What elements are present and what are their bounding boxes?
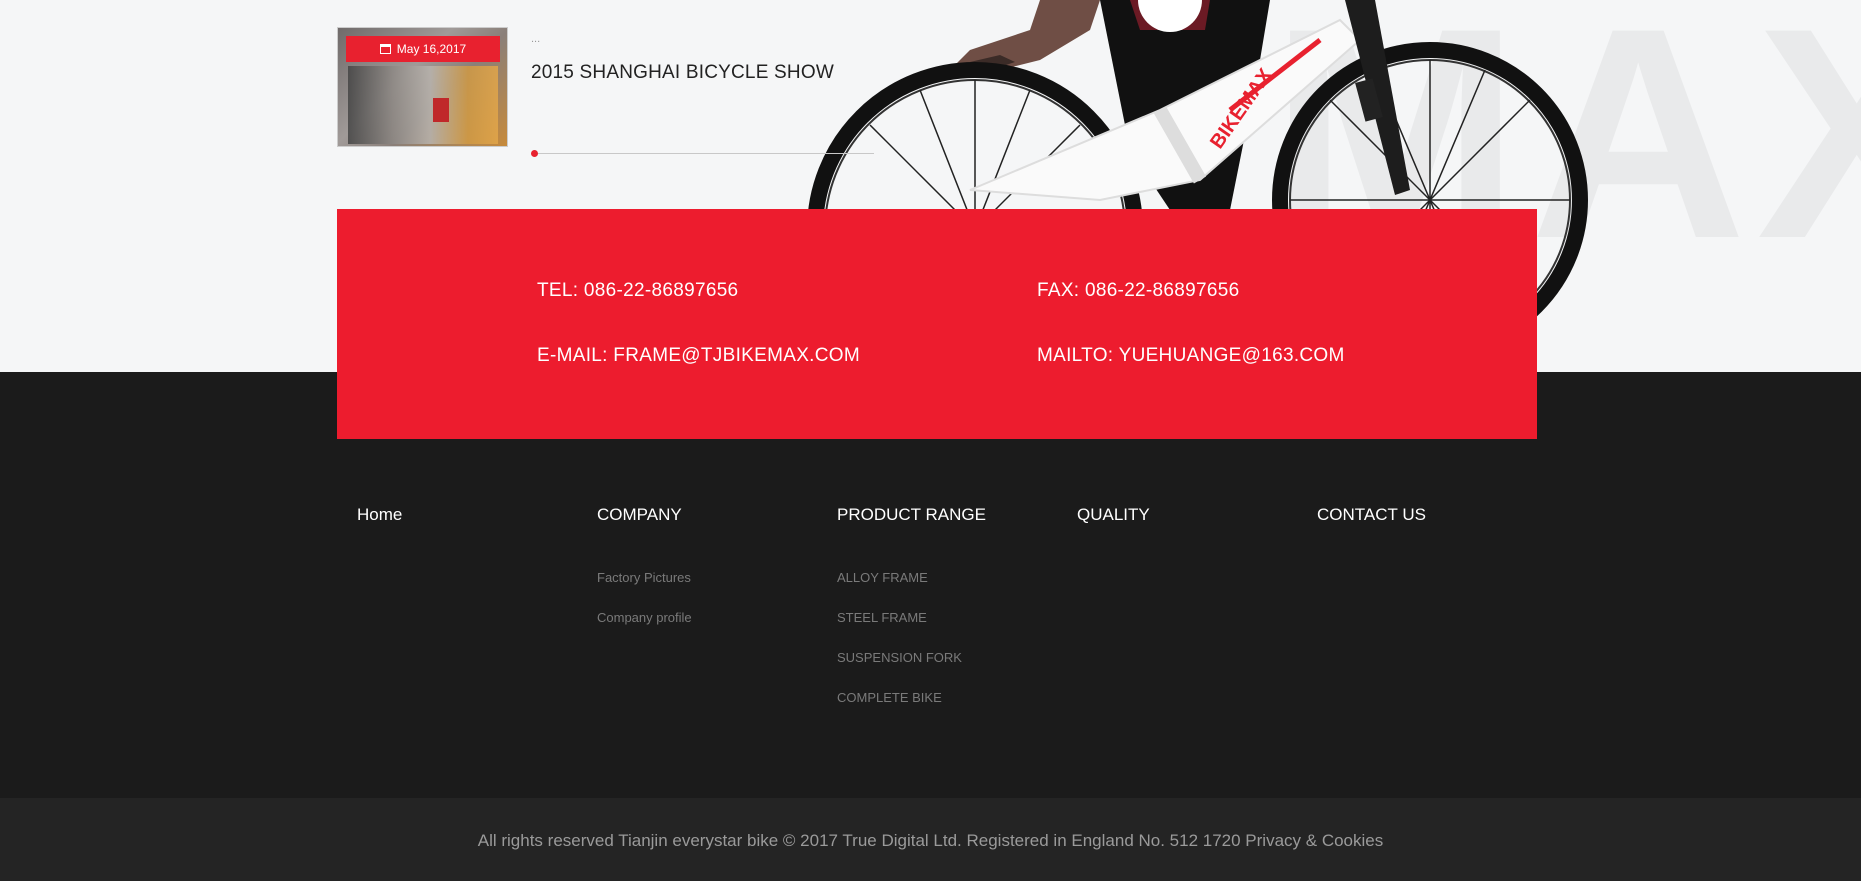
footer-link-steel-frame[interactable]: STEEL FRAME [837,610,927,625]
footer-link-complete-bike[interactable]: COMPLETE BIKE [837,690,942,705]
news-thumbnail[interactable]: May 16,2017 [337,27,508,147]
footer-product-range-heading[interactable]: PRODUCT RANGE [837,505,986,525]
footer-quality-heading[interactable]: QUALITY [1077,505,1150,525]
contact-fax: FAX: 086-22-86897656 [1037,280,1240,301]
news-excerpt: ... [531,33,541,45]
timeline-dot [531,150,538,157]
contact-email[interactable]: E-MAIL: FRAME@TJBIKEMAX.COM [537,345,860,367]
footer-contact-heading[interactable]: CONTACT US [1317,505,1426,525]
footer-home-link[interactable]: Home [357,505,402,525]
timeline-line [534,153,874,154]
contact-tel: TEL: 086-22-86897656 [537,280,739,301]
footer-link-suspension-fork[interactable]: SUSPENSION FORK [837,650,962,665]
booth-photo [348,66,498,144]
footer-company-heading[interactable]: COMPANY [597,505,682,525]
contact-mailto[interactable]: MAILTO: YUEHUANGE@163.COM [1037,345,1345,367]
footer-link-alloy-frame[interactable]: ALLOY FRAME [837,570,928,585]
copyright-text: All rights reserved Tianjin everystar bi… [477,830,1384,850]
contact-box: TEL: 086-22-86897656 FAX: 086-22-8689765… [337,209,1537,439]
footer-link-factory-pictures[interactable]: Factory Pictures [597,570,691,585]
news-date: May 16,2017 [396,42,467,56]
copyright-bar: All rights reserved Tianjin everystar bi… [0,798,1861,881]
news-title[interactable]: 2015 SHANGHAI BICYCLE SHOW [531,62,834,84]
calendar-icon [379,44,391,54]
date-badge: May 16,2017 [346,36,500,62]
footer-link-company-profile[interactable]: Company profile [597,610,692,625]
booth-banner [433,98,449,122]
